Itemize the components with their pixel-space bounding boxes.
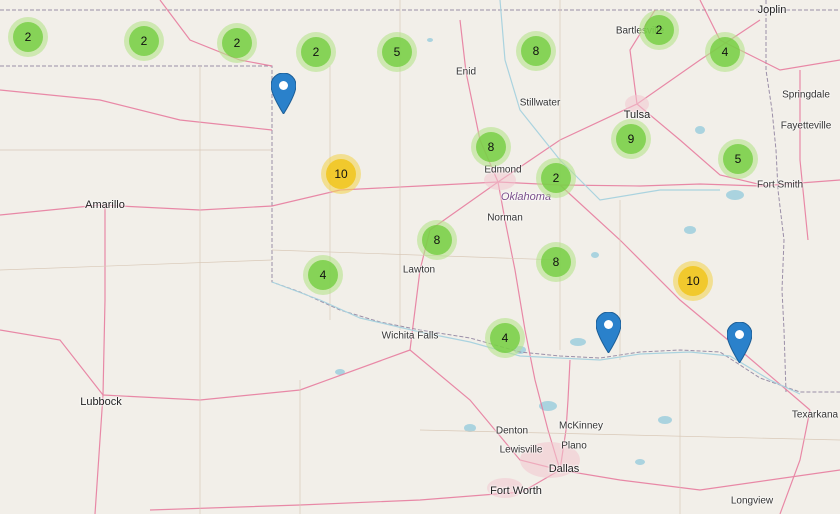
place-label: Norman: [487, 212, 523, 224]
cluster-marker[interactable]: 2: [8, 17, 48, 57]
cluster-marker[interactable]: 8: [471, 127, 511, 167]
cluster-marker[interactable]: 9: [611, 119, 651, 159]
cluster-count: 8: [521, 36, 551, 66]
cluster-marker[interactable]: 8: [417, 220, 457, 260]
cluster-count: 2: [541, 163, 571, 193]
cluster-count: 5: [723, 144, 753, 174]
cluster-count: 2: [129, 26, 159, 56]
place-label: McKinney: [559, 420, 603, 432]
cluster-count: 5: [382, 37, 412, 67]
cluster-count: 2: [644, 15, 674, 45]
cluster-count: 8: [476, 132, 506, 162]
place-label: Stillwater: [519, 97, 561, 109]
cluster-marker[interactable]: 2: [124, 21, 164, 61]
cluster-marker[interactable]: 2: [296, 32, 336, 72]
map-pin-icon[interactable]: [271, 73, 296, 114]
cluster-count: 2: [301, 37, 331, 67]
cluster-count: 4: [490, 323, 520, 353]
place-label: Springdale: [782, 89, 830, 101]
cluster-marker[interactable]: 2: [639, 10, 679, 50]
cluster-count: 2: [222, 28, 252, 58]
cluster-count: 4: [710, 37, 740, 67]
cluster-marker[interactable]: 4: [485, 318, 525, 358]
place-label: Lawton: [402, 264, 436, 276]
cluster-count: 4: [308, 260, 338, 290]
cluster-marker[interactable]: 5: [377, 32, 417, 72]
cluster-marker[interactable]: 4: [303, 255, 343, 295]
cluster-count: 10: [678, 266, 708, 296]
place-label: Amarillo: [85, 199, 125, 211]
place-label: Lewisville: [499, 444, 543, 456]
basemap: [0, 0, 840, 514]
place-label: Enid: [455, 66, 477, 78]
cluster-marker[interactable]: 2: [217, 23, 257, 63]
cluster-marker[interactable]: 8: [536, 242, 576, 282]
place-label: Lubbock: [80, 396, 122, 408]
map-pin-icon[interactable]: [727, 322, 752, 363]
cluster-count: 8: [541, 247, 571, 277]
cluster-marker[interactable]: 8: [516, 31, 556, 71]
place-label: Fort Worth: [490, 485, 542, 497]
place-label: Texarkana: [791, 409, 839, 421]
cluster-count: 10: [326, 159, 356, 189]
place-label: Dallas: [548, 463, 580, 475]
place-label: Fayetteville: [780, 120, 832, 132]
place-label: Joplin: [757, 4, 787, 16]
place-label: Denton: [495, 425, 529, 437]
cluster-marker[interactable]: 10: [673, 261, 713, 301]
map-view[interactable]: Joplin Bartlesville Enid Stillwater Tuls…: [0, 0, 840, 514]
place-label: Wichita Falls: [381, 330, 439, 342]
place-label: Fort Smith: [756, 179, 804, 191]
cluster-marker[interactable]: 2: [536, 158, 576, 198]
cluster-marker[interactable]: 10: [321, 154, 361, 194]
cluster-count: 8: [422, 225, 452, 255]
place-label: Longview: [730, 495, 774, 507]
cluster-count: 9: [616, 124, 646, 154]
place-label: Plano: [561, 440, 587, 452]
cluster-count: 2: [13, 22, 43, 52]
cluster-marker[interactable]: 5: [718, 139, 758, 179]
cluster-marker[interactable]: 4: [705, 32, 745, 72]
map-pin-icon[interactable]: [596, 312, 621, 353]
